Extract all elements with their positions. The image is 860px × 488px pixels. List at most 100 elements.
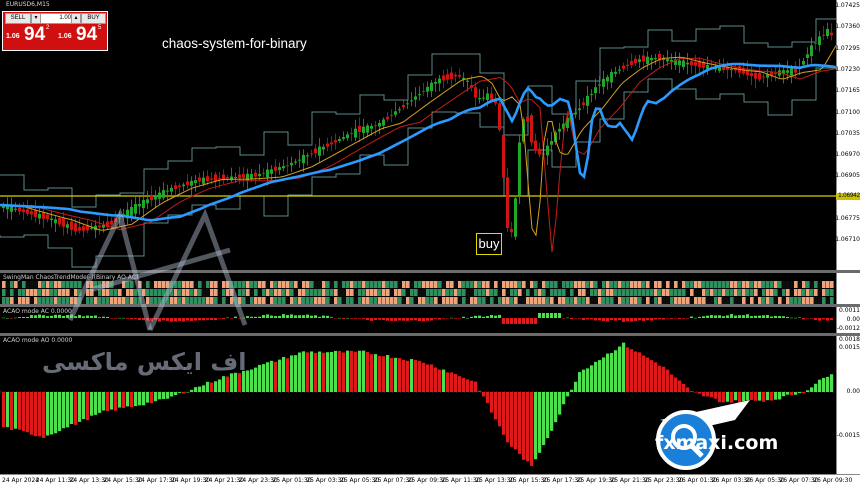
trend-mode-cell [726, 297, 730, 304]
ao-bar-falling [482, 392, 486, 397]
trend-mode-cell [338, 281, 342, 288]
trend-mode-cell [154, 297, 158, 304]
trend-mode-cell [10, 289, 14, 296]
bear-candle [822, 34, 825, 36]
trend-mode-cell [454, 281, 458, 288]
ao-bar-falling [646, 357, 650, 392]
ao-bar-rising [278, 359, 282, 392]
buy-button[interactable]: BUY [81, 13, 106, 24]
trend-mode-cell [226, 289, 230, 296]
bull-candle [614, 71, 617, 74]
ac-bar-up [30, 315, 33, 318]
ao-bar-falling [438, 369, 442, 392]
ac-bar-down [814, 318, 817, 321]
bull-candle [322, 146, 325, 150]
trend-mode-cell [510, 289, 514, 296]
trend-mode-cell [690, 289, 694, 296]
lot-size-input[interactable]: 1.00 [40, 13, 72, 24]
buy-price-big: 94 [76, 24, 98, 45]
ac-bar-up [262, 315, 265, 318]
ao-bar-falling [730, 392, 734, 403]
trend-mode-cell [114, 281, 118, 288]
trend-mode-cell [322, 281, 326, 288]
trend-mode-cell [86, 297, 90, 304]
chaos-trend-panel[interactable]: SwingMan ChaosTrendMode(-)(Binary AO AC) [0, 273, 836, 304]
ao-bar-falling [678, 380, 682, 392]
ac-bar-down [590, 318, 593, 320]
trend-mode-cell [490, 281, 494, 288]
sell-button[interactable]: SELL [5, 13, 31, 24]
trend-mode-cell [162, 289, 166, 296]
trend-mode-cell [190, 281, 194, 288]
trend-mode-cell [610, 289, 614, 296]
trend-mode-cell [66, 297, 70, 304]
ao-bar-rising [774, 392, 778, 400]
trend-mode-cell [210, 289, 214, 296]
bear-candle [22, 209, 25, 213]
trend-mode-cell [710, 281, 714, 288]
buy-price-box[interactable]: 1.06 94 5 [56, 24, 105, 48]
trend-mode-cell [14, 297, 18, 304]
ac-bar-down [618, 318, 621, 321]
trend-mode-cell [74, 297, 78, 304]
ac-bar-up [54, 314, 57, 318]
ac-panel[interactable]: ACAO mode AC 0.0000 [0, 307, 836, 333]
trend-mode-cell [174, 281, 178, 288]
ac-bar-up [782, 316, 785, 318]
trend-mode-cell [634, 281, 638, 288]
ac-bar-up [314, 315, 317, 318]
indicator-1-title: SwingMan ChaosTrendMode(-)(Binary AO AC) [3, 274, 139, 281]
trend-mode-cell [526, 289, 530, 296]
ac-scale-top: 0.0011 [839, 307, 860, 314]
ao-bar-falling [790, 392, 794, 396]
lot-increase-button[interactable]: ▴ [71, 13, 81, 24]
trend-mode-cell [50, 281, 54, 288]
buy-price-sup: 5 [98, 25, 102, 31]
trend-mode-cell [218, 289, 222, 296]
trend-mode-cell [706, 289, 710, 296]
trend-mode-cell [778, 297, 782, 304]
ac-bar-up [490, 314, 493, 318]
ac-bar-up [70, 314, 73, 318]
ao-bar-rising [102, 392, 106, 411]
bull-candle [598, 84, 601, 86]
trend-mode-cell [150, 289, 154, 296]
ao-bar-rising [262, 364, 266, 392]
trend-mode-cell [86, 289, 90, 296]
ac-bar-down [602, 318, 605, 322]
trend-mode-cell [446, 281, 450, 288]
ac-bar-up [90, 315, 93, 318]
trend-mode-cell [674, 281, 678, 288]
trend-mode-cell [14, 289, 18, 296]
price-tick-label: 1.06905 [835, 172, 860, 180]
ac-bar-up [794, 317, 797, 319]
ao-bar-falling [754, 392, 758, 401]
trend-mode-cell [798, 281, 802, 288]
trend-mode-cell [370, 281, 374, 288]
bear-candle [82, 226, 85, 231]
trend-mode-cell [78, 281, 82, 288]
trend-mode-cell [422, 297, 426, 304]
ac-bar-down [634, 318, 637, 321]
trend-mode-cell [206, 297, 210, 304]
trend-mode-cell [630, 289, 634, 296]
bull-candle [50, 218, 53, 221]
trend-mode-cell [314, 297, 318, 304]
ac-bar-down [454, 318, 457, 319]
price-chart-panel[interactable] [0, 0, 836, 270]
trend-mode-cell [798, 297, 802, 304]
bear-candle [114, 217, 117, 223]
sell-price-box[interactable]: 1.06 94 2 [4, 24, 53, 48]
trend-mode-cell [810, 281, 814, 288]
trend-mode-cell [634, 297, 638, 304]
trend-mode-cell [758, 281, 762, 288]
trend-mode-cell [446, 289, 450, 296]
bear-candle [70, 221, 73, 230]
trend-mode-cell [250, 289, 254, 296]
bull-candle [342, 137, 345, 139]
trend-mode-cell [94, 297, 98, 304]
trend-mode-cell [50, 289, 54, 296]
ao-bar-rising [618, 346, 622, 392]
trend-mode-cell [578, 297, 582, 304]
trend-mode-cell [378, 289, 382, 296]
